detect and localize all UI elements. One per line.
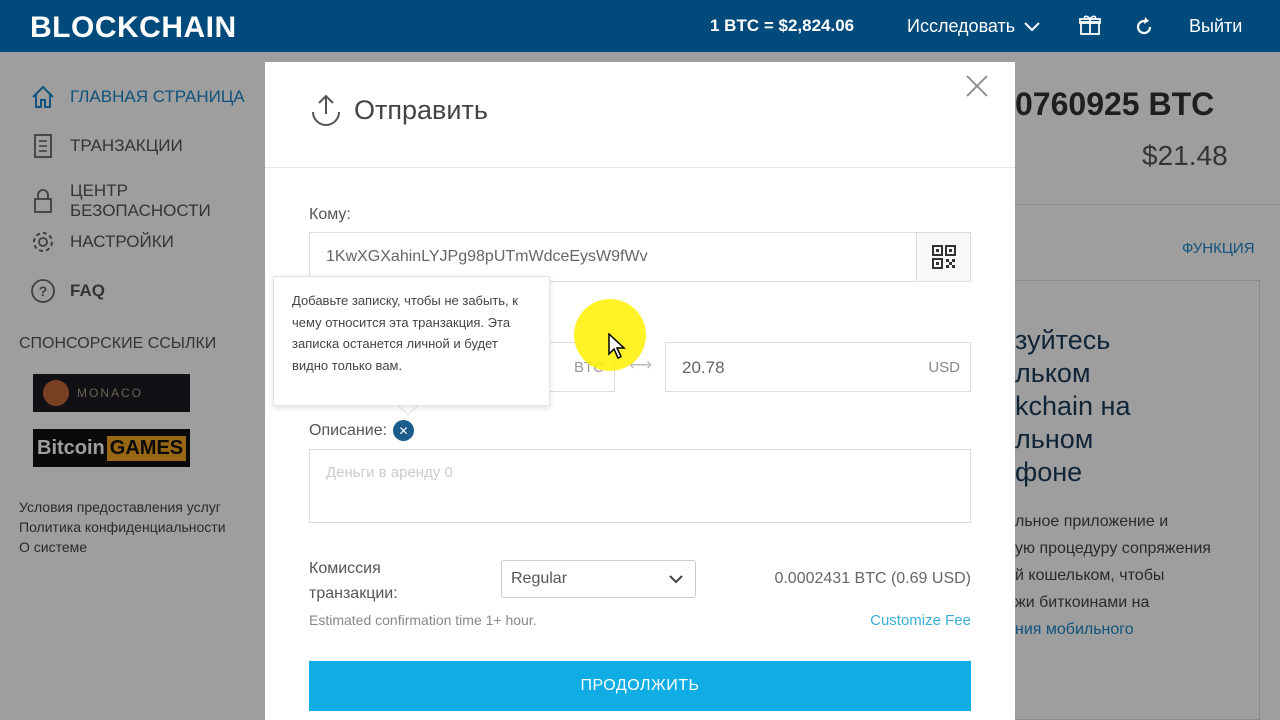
customize-fee-link[interactable]: Customize Fee [870,612,971,629]
mouse-cursor-icon [608,333,626,359]
qr-scan-button[interactable] [916,233,970,281]
chevron-down-icon [669,575,683,584]
estimated-time: Estimated confirmation time 1+ hour. [309,612,537,628]
fee-select-value: Regular [511,570,568,587]
explore-menu[interactable]: Исследовать [907,16,1041,37]
blockchain-logo[interactable]: BLOCKCHAIN [30,11,237,45]
refresh-icon[interactable] [1133,16,1155,38]
chevron-down-icon [1024,21,1040,31]
usd-unit-label: USD [928,359,960,376]
recipient-address-input[interactable] [310,233,918,281]
description-label-row: Описание: ✕ [309,420,415,441]
btc-price: 1 BTC = $2,824.06 [710,16,855,35]
fee-label-line: транзакции: [309,585,398,602]
recipient-field [309,232,971,282]
fee-select[interactable]: Regular [501,560,696,598]
upload-icon [312,94,340,126]
logout-link[interactable]: Выйти [1189,16,1242,37]
description-textarea[interactable]: Деньги в аренду 0 [309,449,971,523]
fee-label-line: Комиссия [309,560,381,577]
to-label: Кому: [309,206,351,223]
gift-icon[interactable] [1079,14,1101,36]
continue-button[interactable]: ПРОДОЛЖИТЬ [309,661,971,711]
usd-amount-value: 20.78 [682,358,725,377]
modal-header: Отправить [265,62,1015,168]
modal-title: Отправить [354,95,488,125]
close-tooltip-icon[interactable]: ✕ [393,420,415,441]
explore-label: Исследовать [907,16,1016,36]
top-bar: BLOCKCHAIN 1 BTC = $2,824.06 Исследовать… [0,0,1280,52]
description-placeholder: Деньги в аренду 0 [326,464,453,481]
description-label: Описание: [309,421,388,439]
description-tooltip: Добавьте записку, чтобы не забыть, к чем… [273,276,550,406]
fee-label: Комиссия транзакции: [309,556,398,606]
close-icon[interactable] [965,74,989,98]
qr-code-icon [931,245,956,269]
fee-amount: 0.0002431 BTC (0.69 USD) [774,570,971,587]
usd-amount-input[interactable]: 20.78 USD [665,342,971,392]
